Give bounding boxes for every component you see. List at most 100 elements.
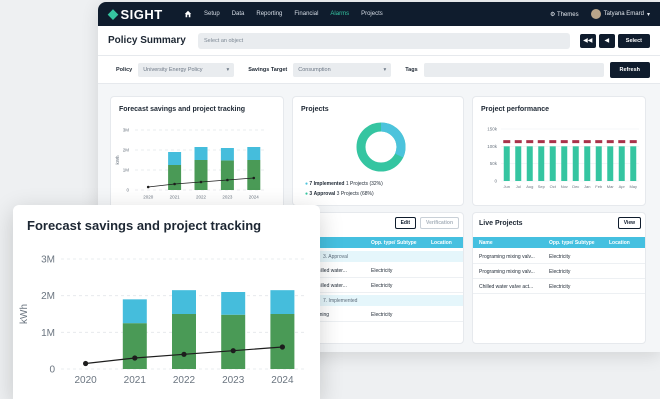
- x-tick-label: 2022: [173, 375, 196, 386]
- row-type: Electricity: [371, 311, 393, 318]
- x-tick-label: Mar: [607, 184, 615, 189]
- bar-achieved: [220, 160, 234, 190]
- logo[interactable]: ◆ SIGHT: [108, 6, 184, 22]
- legend-dot-implemented: ●: [305, 181, 309, 187]
- x-tick-label: 2023: [222, 195, 233, 200]
- select-button[interactable]: Select: [617, 33, 650, 48]
- left-icon: ◀: [604, 38, 610, 44]
- y-axis-label: kWh: [115, 155, 120, 164]
- col-name[interactable]: Name: [479, 240, 493, 246]
- bar-achieved: [247, 160, 261, 190]
- forecast-chart-large: 0 1M 2M 3M kWh 2020 2021 2022 2023 2024: [19, 255, 307, 386]
- nav-setup[interactable]: Setup: [204, 11, 220, 17]
- x-tick-label: 2020: [143, 195, 154, 200]
- forecast-card: Forecast savings and project tracking 01…: [110, 96, 284, 216]
- header-buttons: ◀◀ ◀ Select: [579, 33, 650, 48]
- home-icon[interactable]: [184, 10, 192, 18]
- refresh-button[interactable]: Refresh: [609, 61, 650, 78]
- table-row[interactable]: Chilled water valve act... Electricity: [473, 280, 645, 294]
- bar-achieved: [122, 323, 147, 369]
- target-marker: [629, 140, 637, 144]
- target-marker: [549, 140, 557, 144]
- bar-achieved: [221, 314, 246, 369]
- policy-value: University Energy Policy: [143, 66, 203, 73]
- col-opp-type[interactable]: Opp. type/ Subtype: [549, 240, 595, 246]
- bar-forecast: [247, 147, 261, 160]
- col-opp-type[interactable]: Opp. type/ Subtype: [371, 240, 417, 246]
- x-tick-label: Dec: [572, 184, 579, 189]
- bar-achieved: [270, 314, 295, 369]
- object-select-input[interactable]: Select an object: [198, 32, 570, 49]
- live-projects-title: Live Projects: [479, 220, 523, 227]
- col-location[interactable]: Location: [609, 240, 630, 246]
- y-tick-label: 3M: [41, 255, 55, 266]
- tags-input[interactable]: [423, 62, 604, 77]
- live-table-header: Name Opp. type/ Subtype Location: [473, 237, 645, 248]
- legend-detail: 3 Projects (68%): [336, 191, 374, 197]
- legend-status: Implemented: [313, 181, 345, 187]
- themes-button[interactable]: ⚙ Themes: [550, 11, 579, 18]
- first-page-button[interactable]: ◀◀: [579, 33, 596, 48]
- bar-achieved: [168, 165, 182, 190]
- tracking-point: [173, 182, 176, 186]
- x-tick-label: Aug: [526, 184, 533, 189]
- bar-performance: [526, 146, 533, 181]
- col-location[interactable]: Location: [431, 240, 452, 246]
- x-tick-label: Feb: [595, 184, 603, 189]
- table-row[interactable]: Programing mixing valv... Electricity: [473, 250, 645, 264]
- y-tick-label: 2M: [123, 148, 130, 153]
- page-header: Policy Summary Select an object ◀◀ ◀ Sel…: [98, 26, 660, 56]
- nav-data[interactable]: Data: [232, 11, 245, 17]
- savings-target-select[interactable]: Consumption ▾: [293, 62, 392, 77]
- view-button[interactable]: View: [617, 217, 641, 229]
- target-marker: [537, 140, 545, 144]
- row-name: Chilled water valve act...: [479, 283, 534, 290]
- legend-implemented: ● 7 Implemented 1 Projects (32%): [305, 179, 383, 189]
- x-tick-label: 2020: [74, 375, 97, 386]
- legend-dot-approval: ●: [305, 191, 309, 197]
- policy-select[interactable]: University Energy Policy ▾: [138, 62, 235, 77]
- x-tick-label: Apr: [619, 184, 626, 189]
- user-name: Tatyana Emard: [603, 11, 644, 17]
- table-row[interactable]: Programing mixing valv... Electricity: [473, 265, 645, 279]
- edit-button[interactable]: Edit: [394, 217, 417, 229]
- nav-alarms[interactable]: Alarms: [330, 11, 349, 17]
- x-tick-label: Jan: [584, 184, 590, 189]
- nav-right: ⚙ Themes Tatyana Emard ▾: [550, 9, 650, 19]
- target-marker: [572, 140, 580, 144]
- tracking-point: [83, 360, 89, 367]
- verification-button[interactable]: Verification: [420, 217, 459, 229]
- bar-achieved: [172, 314, 196, 369]
- bar-performance: [538, 146, 545, 181]
- x-tick-label: Jul: [516, 184, 521, 189]
- legend-count: 3: [309, 191, 313, 197]
- bar-forecast: [194, 147, 208, 160]
- bar-performance: [503, 146, 510, 181]
- nav-financial[interactable]: Financial: [294, 11, 318, 17]
- bar-forecast: [220, 148, 234, 161]
- user-menu[interactable]: Tatyana Emard ▾: [590, 9, 650, 19]
- logo-text: SIGHT: [120, 6, 163, 22]
- performance-card: Project performance 0 50k 100k 150k Jun Jul Au…: [472, 96, 646, 206]
- donut-legend: ● 7 Implemented 1 Projects (32%) ● 3 App…: [305, 179, 383, 199]
- nav-projects[interactable]: Projects: [361, 11, 383, 17]
- prev-button[interactable]: ◀: [598, 33, 615, 48]
- nav-reporting[interactable]: Reporting: [256, 11, 282, 17]
- bar-forecast: [168, 152, 182, 165]
- row-name: Programing mixing valv...: [479, 253, 535, 260]
- bar-performance: [515, 146, 522, 181]
- legend-detail: 1 Projects (32%): [345, 181, 383, 187]
- bar-performance: [630, 146, 637, 181]
- chevron-down-icon: ▾: [226, 66, 230, 73]
- bar-performance: [549, 146, 556, 181]
- bar-performance: [561, 146, 568, 181]
- tracking-point: [230, 348, 236, 354]
- row-type: Electricity: [371, 267, 393, 274]
- tracking-point: [252, 176, 256, 180]
- row-type: Electricity: [371, 282, 393, 289]
- projects-card-title: Projects: [301, 106, 329, 113]
- projects-card: Projects ● 7 Implemented 1 Projects (32%…: [292, 96, 464, 206]
- performance-chart: 0 50k 100k 150k Jun Jul Aug Sep Oct Nov Dec Jan Feb M…: [487, 127, 639, 189]
- target-marker: [606, 140, 614, 144]
- x-tick-label: 2022: [196, 195, 207, 200]
